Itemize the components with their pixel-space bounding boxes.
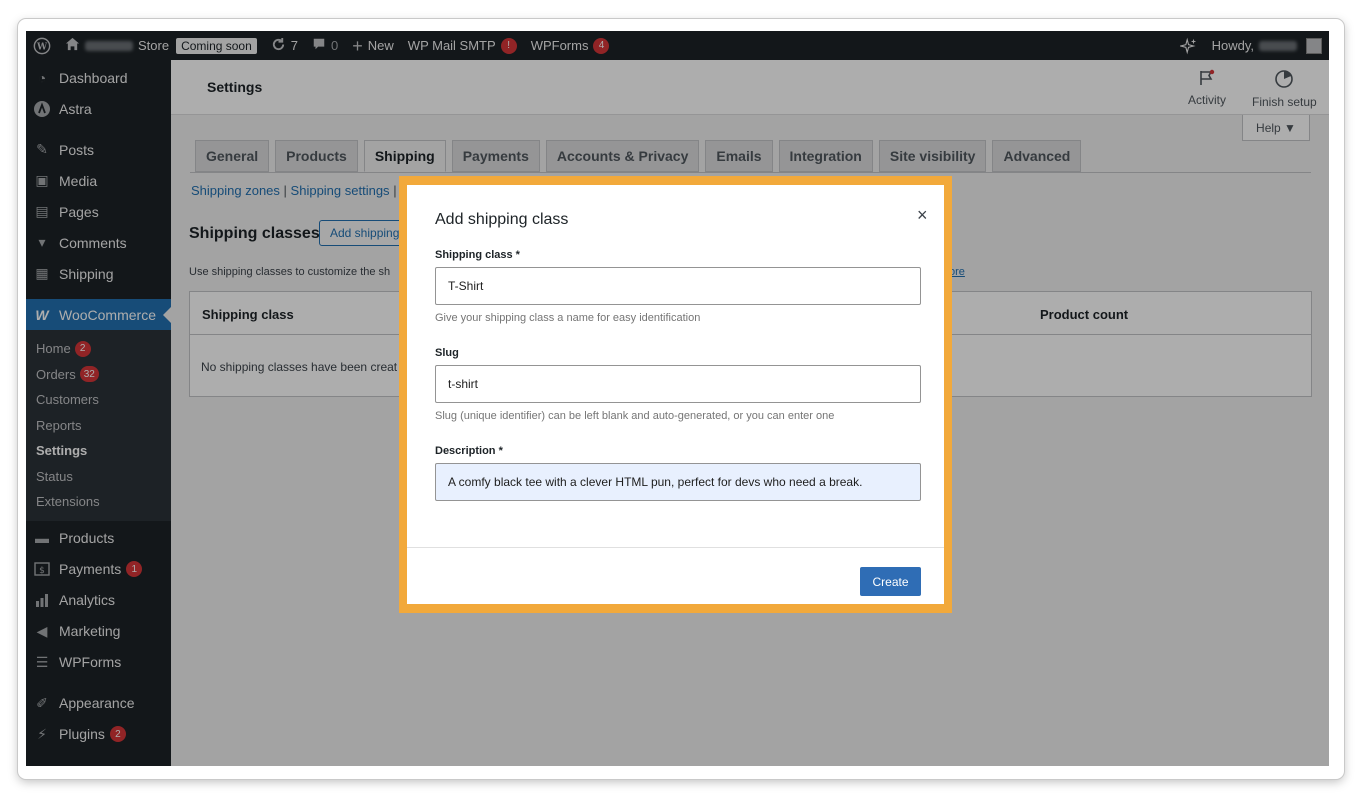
slug-help: Slug (unique identifier) can be left bla… bbox=[435, 410, 835, 422]
slug-input[interactable]: t-shirt bbox=[435, 365, 921, 403]
close-icon[interactable]: × bbox=[917, 205, 928, 226]
screenshot-frame: W Store Coming soon 7 0 + New WP Mail SM… bbox=[18, 19, 1344, 779]
browser-viewport: W Store Coming soon 7 0 + New WP Mail SM… bbox=[26, 31, 1329, 766]
description-label: Description * bbox=[435, 445, 503, 457]
slug-label: Slug bbox=[435, 347, 459, 359]
shipping-class-help: Give your shipping class a name for easy… bbox=[435, 312, 701, 324]
add-shipping-class-modal: Add shipping class × Shipping class * T-… bbox=[407, 185, 944, 604]
modal-title: Add shipping class bbox=[435, 211, 569, 228]
shipping-class-input[interactable]: T-Shirt bbox=[435, 267, 921, 305]
description-input[interactable]: A comfy black tee with a clever HTML pun… bbox=[435, 463, 921, 501]
modal-footer-divider bbox=[407, 547, 944, 548]
create-button[interactable]: Create bbox=[860, 567, 921, 596]
shipping-class-label: Shipping class * bbox=[435, 249, 520, 261]
